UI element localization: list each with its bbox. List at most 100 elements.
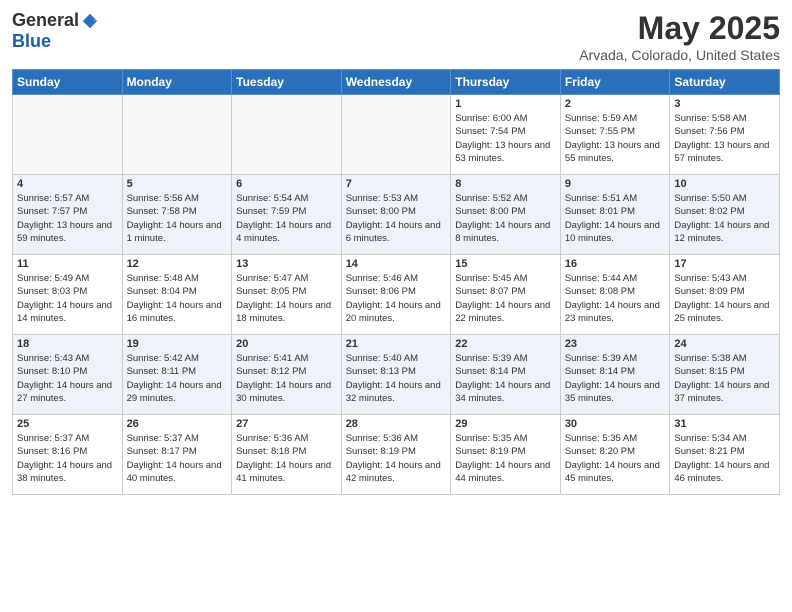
calendar-day-cell: 24Sunrise: 5:38 AMSunset: 8:15 PMDayligh… <box>670 335 780 415</box>
day-number: 17 <box>674 258 775 270</box>
calendar-day-cell: 16 Sunrise: 5:44 AMSunset: 8:08 PMDayligh… <box>560 255 670 335</box>
calendar-day-cell: 14 Sunrise: 5:46 AMSunset: 8:06 PMDayligh… <box>341 255 451 335</box>
day-info: Sunrise: 5:42 AMSunset: 8:11 PMDaylight:… <box>127 352 228 405</box>
calendar-day-cell <box>232 95 342 175</box>
day-number: 28 <box>346 418 447 430</box>
calendar-day-cell: 9 Sunrise: 5:51 AMSunset: 8:01 PMDaylight… <box>560 175 670 255</box>
day-info: Sunrise: 5:36 AMSunset: 8:19 PMDaylight:… <box>346 432 447 485</box>
day-number: 21 <box>346 338 447 350</box>
day-number: 9 <box>565 178 666 190</box>
day-number: 25 <box>17 418 118 430</box>
day-info: Sunrise: 5:40 AMSunset: 8:13 PMDaylight:… <box>346 352 447 405</box>
day-info: Sunrise: 5:54 AMSunset: 7:59 PMDaylight:… <box>236 192 337 245</box>
day-info: Sunrise: 5:47 AMSunset: 8:05 PMDaylight:… <box>236 272 337 325</box>
calendar-day-cell: 1Sunrise: 6:00 AMSunset: 7:54 PMDaylight… <box>451 95 561 175</box>
calendar-day-cell: 22 Sunrise: 5:39 AMSunset: 8:14 PMDayligh… <box>451 335 561 415</box>
day-number: 7 <box>346 178 447 190</box>
calendar-header-row: Sunday Monday Tuesday Wednesday Thursday… <box>13 70 780 95</box>
calendar-day-cell: 17 Sunrise: 5:43 AMSunset: 8:09 PMDayligh… <box>670 255 780 335</box>
day-info: Sunrise: 5:41 AMSunset: 8:12 PMDaylight:… <box>236 352 337 405</box>
logo-general-text: General <box>12 10 79 31</box>
day-info: Sunrise: 5:56 AMSunset: 7:58 PMDaylight:… <box>127 192 228 245</box>
day-info: Sunrise: 5:34 AMSunset: 8:21 PMDaylight:… <box>674 432 775 485</box>
day-info: Sunrise: 5:35 AMSunset: 8:19 PMDaylight:… <box>455 432 556 485</box>
day-number: 10 <box>674 178 775 190</box>
day-number: 4 <box>17 178 118 190</box>
calendar-day-cell: 21 Sunrise: 5:40 AMSunset: 8:13 PMDayligh… <box>341 335 451 415</box>
day-number: 8 <box>455 178 556 190</box>
day-number: 19 <box>127 338 228 350</box>
calendar-day-cell: 25Sunrise: 5:37 AMSunset: 8:16 PMDayligh… <box>13 415 123 495</box>
calendar-day-cell: 4 Sunrise: 5:57 AMSunset: 7:57 PMDaylight… <box>13 175 123 255</box>
header: General Blue May 2025 Arvada, Colorado, … <box>12 10 780 63</box>
logo: General Blue <box>12 10 99 52</box>
day-info: Sunrise: 5:58 AMSunset: 7:56 PMDaylight:… <box>674 112 775 165</box>
day-number: 18 <box>17 338 118 350</box>
day-info: Sunrise: 5:59 AMSunset: 7:55 PMDaylight:… <box>565 112 666 165</box>
day-info: Sunrise: 5:37 AMSunset: 8:17 PMDaylight:… <box>127 432 228 485</box>
calendar-day-cell <box>341 95 451 175</box>
day-info: Sunrise: 5:45 AMSunset: 8:07 PMDaylight:… <box>455 272 556 325</box>
calendar-day-cell: 12Sunrise: 5:48 AMSunset: 8:04 PMDayligh… <box>122 255 232 335</box>
day-info: Sunrise: 5:51 AMSunset: 8:01 PMDaylight:… <box>565 192 666 245</box>
day-info: Sunrise: 5:44 AMSunset: 8:08 PMDaylight:… <box>565 272 666 325</box>
day-number: 26 <box>127 418 228 430</box>
day-info: Sunrise: 5:36 AMSunset: 8:18 PMDaylight:… <box>236 432 337 485</box>
calendar-week-row: 18Sunrise: 5:43 AMSunset: 8:10 PMDayligh… <box>13 335 780 415</box>
day-info: Sunrise: 5:43 AMSunset: 8:09 PMDaylight:… <box>674 272 775 325</box>
calendar-day-cell: 13 Sunrise: 5:47 AMSunset: 8:05 PMDayligh… <box>232 255 342 335</box>
day-info: Sunrise: 5:52 AMSunset: 8:00 PMDaylight:… <box>455 192 556 245</box>
day-info: Sunrise: 5:46 AMSunset: 8:06 PMDaylight:… <box>346 272 447 325</box>
calendar-day-cell: 28 Sunrise: 5:36 AMSunset: 8:19 PMDayligh… <box>341 415 451 495</box>
day-number: 29 <box>455 418 556 430</box>
calendar-day-cell: 5 Sunrise: 5:56 AMSunset: 7:58 PMDaylight… <box>122 175 232 255</box>
calendar-day-cell: 3 Sunrise: 5:58 AMSunset: 7:56 PMDaylight… <box>670 95 780 175</box>
day-info: Sunrise: 5:48 AMSunset: 8:04 PMDaylight:… <box>127 272 228 325</box>
col-wednesday: Wednesday <box>341 70 451 95</box>
calendar-week-row: 11 Sunrise: 5:49 AMSunset: 8:03 PMDayligh… <box>13 255 780 335</box>
day-number: 20 <box>236 338 337 350</box>
day-number: 14 <box>346 258 447 270</box>
day-number: 11 <box>17 258 118 270</box>
calendar-day-cell: 20 Sunrise: 5:41 AMSunset: 8:12 PMDayligh… <box>232 335 342 415</box>
col-sunday: Sunday <box>13 70 123 95</box>
subtitle: Arvada, Colorado, United States <box>579 47 780 63</box>
calendar-day-cell: 23Sunrise: 5:39 AMSunset: 8:14 PMDayligh… <box>560 335 670 415</box>
calendar-week-row: 25Sunrise: 5:37 AMSunset: 8:16 PMDayligh… <box>13 415 780 495</box>
logo-blue-text: Blue <box>12 31 51 52</box>
calendar-day-cell <box>13 95 123 175</box>
calendar-day-cell: 15Sunrise: 5:45 AMSunset: 8:07 PMDayligh… <box>451 255 561 335</box>
day-info: Sunrise: 5:57 AMSunset: 7:57 PMDaylight:… <box>17 192 118 245</box>
day-info: Sunrise: 5:35 AMSunset: 8:20 PMDaylight:… <box>565 432 666 485</box>
calendar-day-cell: 6 Sunrise: 5:54 AMSunset: 7:59 PMDaylight… <box>232 175 342 255</box>
calendar-day-cell: 7 Sunrise: 5:53 AMSunset: 8:00 PMDaylight… <box>341 175 451 255</box>
day-info: Sunrise: 5:49 AMSunset: 8:03 PMDaylight:… <box>17 272 118 325</box>
calendar-day-cell: 31 Sunrise: 5:34 AMSunset: 8:21 PMDayligh… <box>670 415 780 495</box>
day-info: Sunrise: 5:38 AMSunset: 8:15 PMDaylight:… <box>674 352 775 405</box>
calendar-day-cell: 30Sunrise: 5:35 AMSunset: 8:20 PMDayligh… <box>560 415 670 495</box>
main-title: May 2025 <box>579 10 780 47</box>
col-saturday: Saturday <box>670 70 780 95</box>
day-number: 31 <box>674 418 775 430</box>
title-block: May 2025 Arvada, Colorado, United States <box>579 10 780 63</box>
day-info: Sunrise: 5:50 AMSunset: 8:02 PMDaylight:… <box>674 192 775 245</box>
calendar-day-cell: 29 Sunrise: 5:35 AMSunset: 8:19 PMDayligh… <box>451 415 561 495</box>
day-number: 5 <box>127 178 228 190</box>
calendar-day-cell: 10 Sunrise: 5:50 AMSunset: 8:02 PMDayligh… <box>670 175 780 255</box>
day-number: 23 <box>565 338 666 350</box>
day-number: 6 <box>236 178 337 190</box>
col-monday: Monday <box>122 70 232 95</box>
day-info: Sunrise: 5:39 AMSunset: 8:14 PMDaylight:… <box>455 352 556 405</box>
calendar-day-cell: 26 Sunrise: 5:37 AMSunset: 8:17 PMDayligh… <box>122 415 232 495</box>
day-number: 2 <box>565 98 666 110</box>
day-number: 16 <box>565 258 666 270</box>
day-info: Sunrise: 5:53 AMSunset: 8:00 PMDaylight:… <box>346 192 447 245</box>
day-number: 3 <box>674 98 775 110</box>
logo-icon <box>81 12 99 30</box>
day-number: 13 <box>236 258 337 270</box>
calendar-day-cell: 27Sunrise: 5:36 AMSunset: 8:18 PMDayligh… <box>232 415 342 495</box>
col-thursday: Thursday <box>451 70 561 95</box>
calendar-day-cell: 8 Sunrise: 5:52 AMSunset: 8:00 PMDaylight… <box>451 175 561 255</box>
day-number: 22 <box>455 338 556 350</box>
day-number: 1 <box>455 98 556 110</box>
